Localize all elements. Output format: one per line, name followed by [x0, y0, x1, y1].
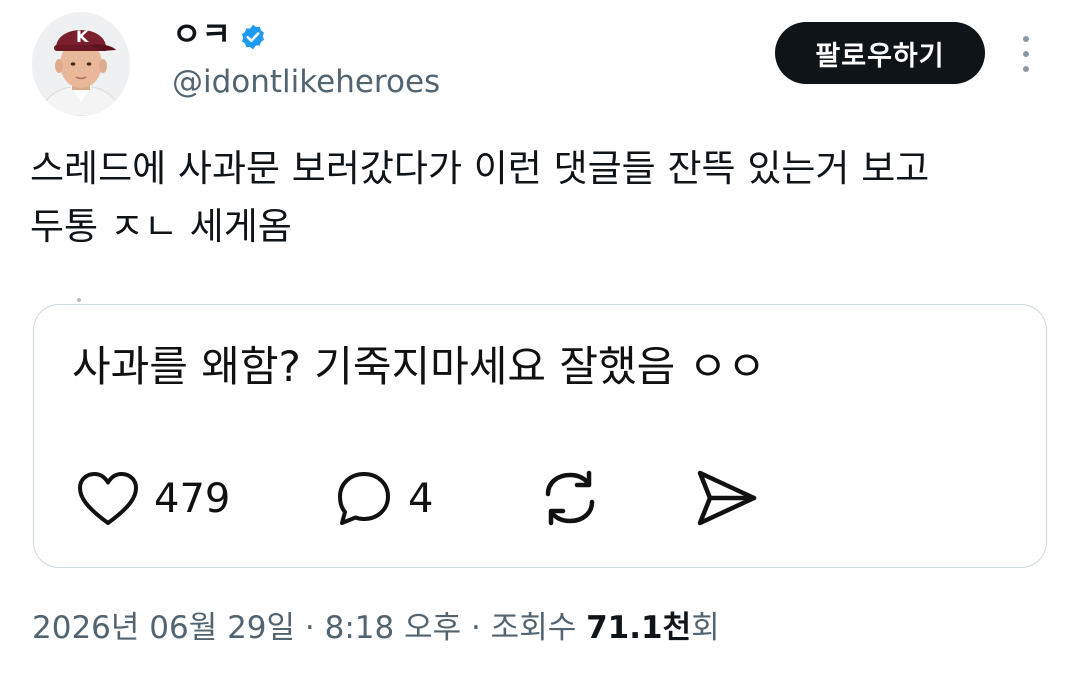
author-display-name[interactable]: ㅇㅋ [172, 14, 231, 54]
embedded-post-card[interactable]: 사과를 왜함? 기죽지마세요 잘했음 ㅇㅇ 479 4 [33, 304, 1047, 568]
follow-button[interactable]: 팔로우하기 [775, 22, 985, 84]
heart-icon [78, 472, 138, 525]
like-count: 479 [154, 476, 231, 522]
like-action[interactable]: 479 [76, 471, 230, 527]
comment-bubble-icon [338, 472, 390, 525]
avatar[interactable]: K [32, 12, 130, 116]
reply-action[interactable]: 4 [334, 469, 433, 529]
repost-icon [545, 470, 595, 526]
reply-count: 4 [408, 476, 434, 522]
more-vertical-icon[interactable] [1014, 36, 1038, 72]
tweet-timestamp[interactable]: 2026년 06월 29일 · 8:18 오후 · 조회수 71.1천회 [32, 606, 720, 650]
svg-text:K: K [76, 27, 89, 46]
verified-badge-icon [239, 20, 267, 50]
share-action[interactable] [694, 467, 760, 529]
decorative-dot [77, 298, 81, 302]
embedded-post-text: 사과를 왜함? 기죽지마세요 잘했음 ㅇㅇ [72, 342, 766, 391]
repost-action[interactable] [538, 467, 602, 529]
author-handle[interactable]: @idontlikeheroes [172, 62, 440, 102]
views-suffix: 회 [691, 610, 720, 646]
baseball-player-avatar-icon: K [32, 12, 130, 116]
views-count: 71.1천 [586, 610, 692, 646]
tweet-text: 스레드에 사과문 보러갔다가 이런 댓글들 잔뜩 있는거 보고 두통 ㅈㄴ 세게… [30, 147, 930, 248]
timestamp-text[interactable]: 2026년 06월 29일 · 8:18 오후 · 조회수 [32, 610, 586, 646]
author-display-name-row[interactable]: ㅇㅋ [172, 14, 267, 54]
send-icon [697, 470, 757, 526]
